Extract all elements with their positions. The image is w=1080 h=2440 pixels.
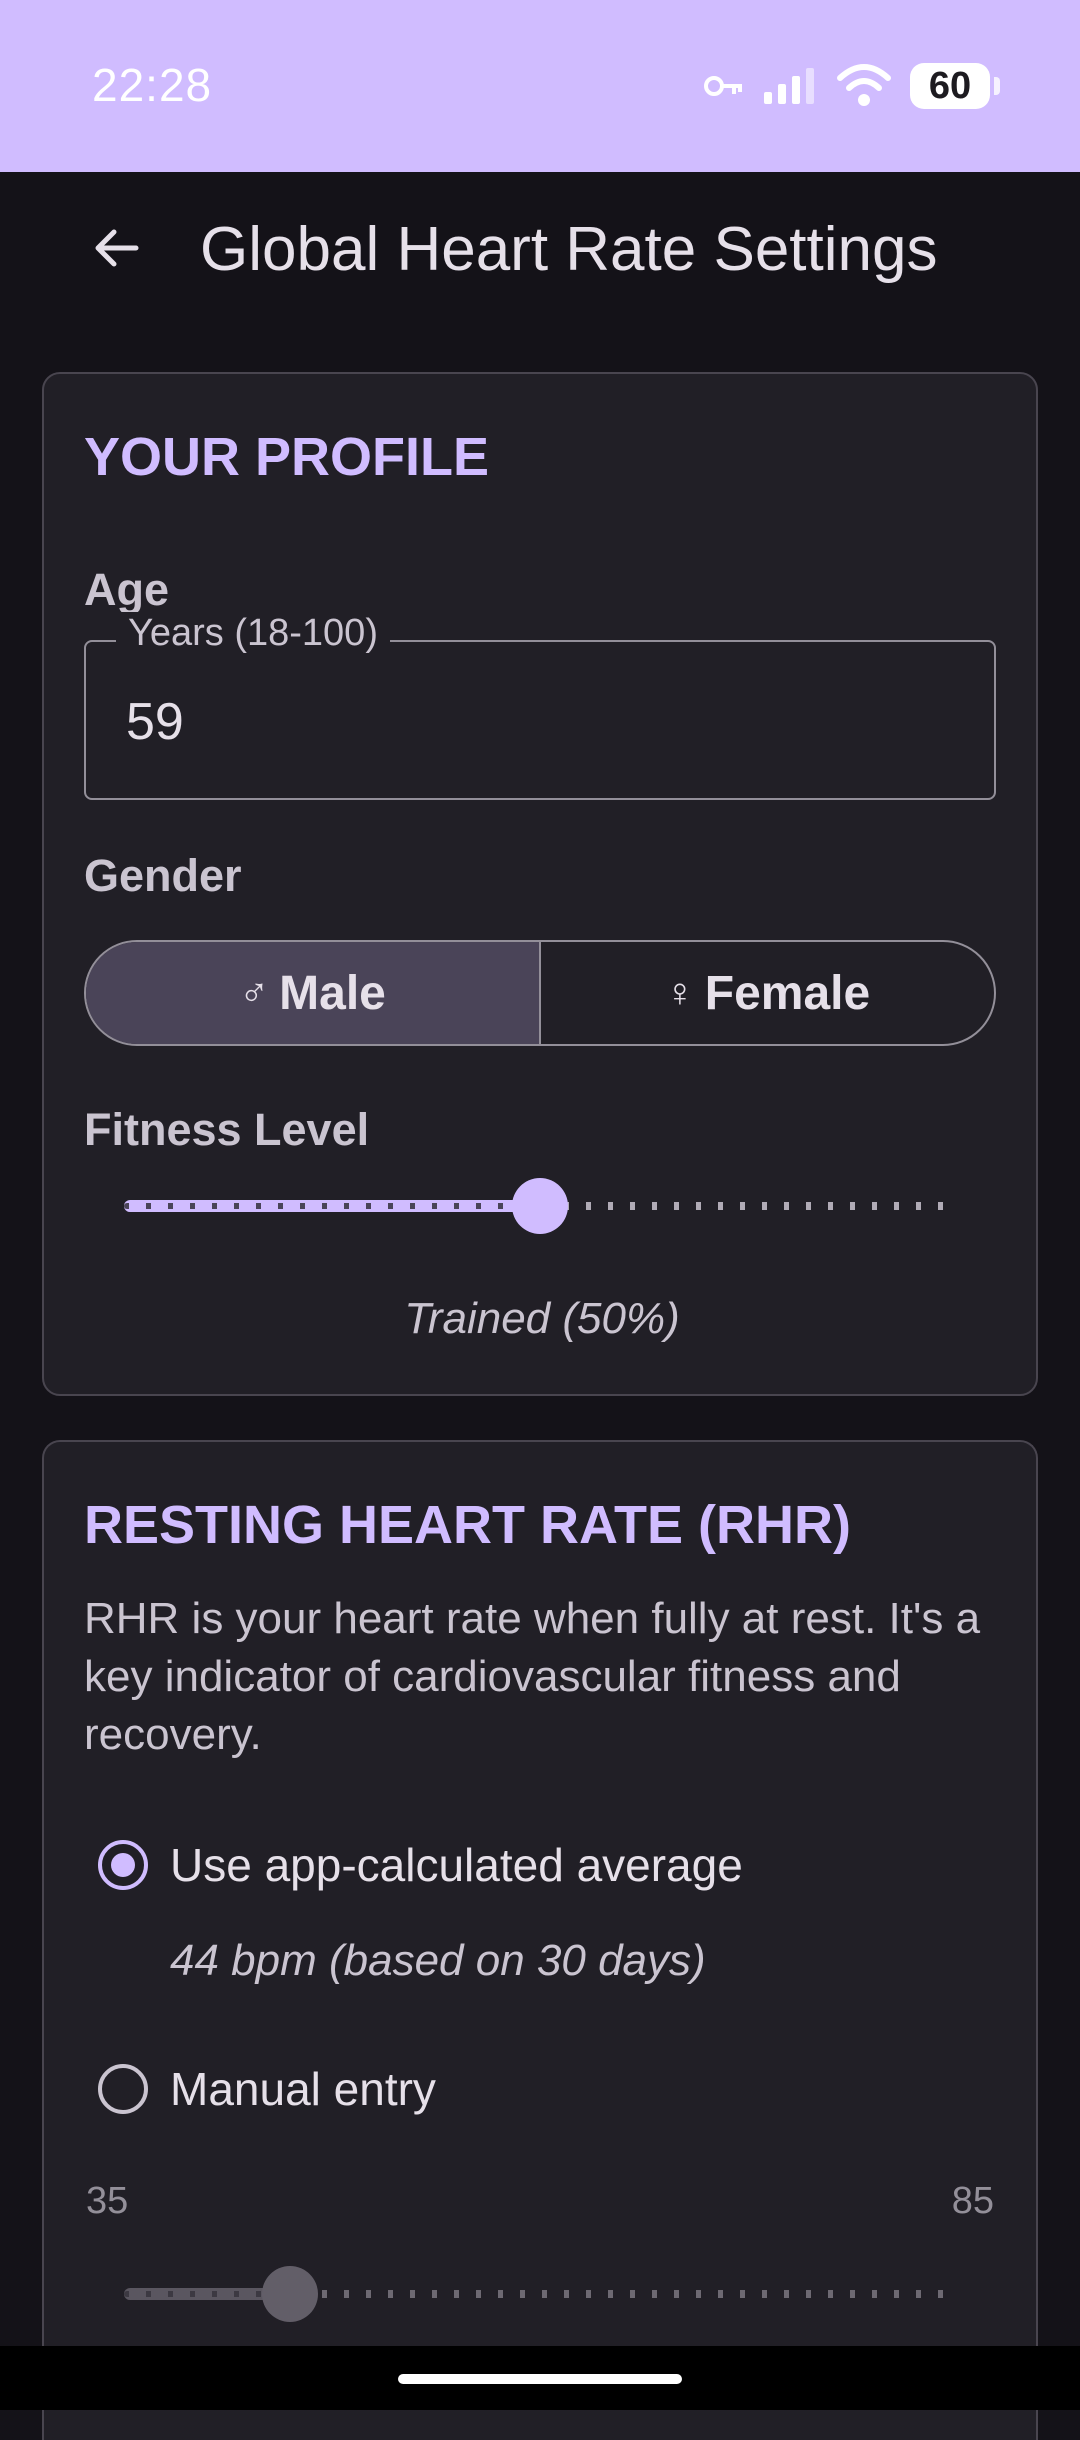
wifi-icon: [837, 64, 891, 106]
gender-segmented-control: ♂ Male ♀ Female: [84, 940, 996, 1046]
rhr-card: RESTING HEART RATE (RHR) RHR is your hea…: [42, 1440, 1038, 2440]
male-symbol-icon: ♂: [239, 970, 270, 1015]
profile-card: YOUR PROFILE Age Years (18-100) 59 Gende…: [42, 372, 1038, 1396]
fitness-level-slider[interactable]: [124, 1176, 956, 1236]
rhr-option-calculated-label: Use app-calculated average: [170, 1839, 743, 1891]
battery-icon: 60: [910, 63, 1000, 109]
fitness-level-label: Fitness Level: [84, 1104, 370, 1155]
gender-male-label: Male: [279, 966, 386, 1020]
rhr-calculated-value: 44 bpm (based on 30 days): [170, 1936, 706, 1985]
rhr-manual-slider[interactable]: [124, 2264, 956, 2324]
home-indicator[interactable]: [398, 2374, 682, 2384]
radio-calculated[interactable]: [98, 1840, 148, 1890]
rhr-max-label: 85: [951, 2180, 994, 2222]
slider-thumb[interactable]: [512, 1178, 568, 1234]
vpn-key-icon: [704, 76, 742, 96]
age-input-value: 59: [126, 693, 184, 751]
age-field[interactable]: Years (18-100) 59: [84, 612, 996, 800]
age-label: Age: [84, 564, 170, 615]
rhr-section-title: RESTING HEART RATE (RHR): [84, 1495, 851, 1555]
slider-thumb[interactable]: [262, 2266, 319, 2322]
profile-section-title: YOUR PROFILE: [84, 427, 490, 487]
battery-level: 60: [928, 64, 972, 107]
gender-male-button[interactable]: ♂ Male: [86, 942, 539, 1044]
rhr-option-manual-label: Manual entry: [170, 2063, 436, 2115]
slider-active-track: [124, 1200, 540, 1212]
radio-manual[interactable]: [98, 2064, 148, 2114]
status-bar: 22:28 60: [0, 0, 1080, 172]
fitness-level-caption: Trained (50%): [404, 1294, 680, 1343]
back-button[interactable]: [80, 212, 152, 284]
rhr-option-calculated[interactable]: Use app-calculated average: [98, 1838, 743, 1892]
status-icons: 60: [704, 58, 1000, 114]
female-symbol-icon: ♀: [664, 970, 695, 1015]
status-time: 22:28: [92, 59, 213, 111]
arrow-left-icon: [95, 229, 139, 267]
page-title: Global Heart Rate Settings: [200, 215, 938, 284]
gender-label: Gender: [84, 850, 242, 901]
app-bar: Global Heart Rate Settings: [0, 172, 1080, 328]
rhr-option-manual[interactable]: Manual entry: [98, 2062, 436, 2116]
age-field-label: Years (18-100): [116, 612, 390, 655]
rhr-description: RHR is your heart rate when fully at res…: [84, 1594, 981, 1759]
gender-female-button[interactable]: ♀ Female: [539, 942, 994, 1044]
signal-icon: [764, 68, 814, 104]
gender-female-label: Female: [704, 966, 871, 1020]
rhr-min-label: 35: [86, 2180, 129, 2222]
